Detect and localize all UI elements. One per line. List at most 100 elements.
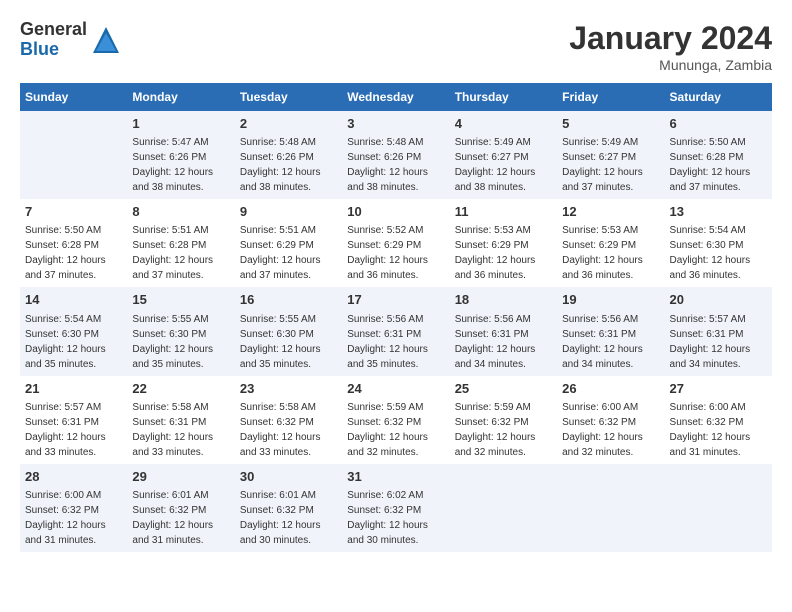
title-block: January 2024 Mununga, Zambia — [569, 20, 772, 73]
day-number: 5 — [562, 115, 659, 133]
week-row-4: 28 Sunrise: 6:00 AM Sunset: 6:32 PM Dayli… — [20, 464, 772, 552]
calendar-cell: 3Sunrise: 5:48 AM Sunset: 6:26 PM Daylig… — [342, 111, 449, 199]
calendar-cell: 7 Sunrise: 5:50 AM Sunset: 6:28 PM Daylig… — [20, 199, 127, 287]
calendar-cell: 28 Sunrise: 6:00 AM Sunset: 6:32 PM Dayli… — [20, 464, 127, 552]
day-info: Sunrise: 5:58 AM Sunset: 6:31 PM Dayligh… — [132, 400, 229, 460]
calendar-cell: 31Sunrise: 6:02 AM Sunset: 6:32 PM Dayli… — [342, 464, 449, 552]
calendar-cell: 15 Sunrise: 5:55 AM Sunset: 6:30 PM Dayli… — [127, 287, 234, 375]
day-info: Sunrise: 5:53 AM Sunset: 6:29 PM Dayligh… — [562, 223, 659, 283]
calendar-cell: 5Sunrise: 5:49 AM Sunset: 6:27 PM Daylig… — [557, 111, 664, 199]
day-info: Sunrise: 5:55 AM Sunset: 6:30 PM Dayligh… — [240, 312, 337, 372]
day-info: Sunrise: 5:56 AM Sunset: 6:31 PM Dayligh… — [562, 312, 659, 372]
calendar-cell: 25Sunrise: 5:59 AM Sunset: 6:32 PM Dayli… — [450, 376, 557, 464]
calendar-cell: 11 Sunrise: 5:53 AM Sunset: 6:29 PM Dayli… — [450, 199, 557, 287]
day-info: Sunrise: 5:50 AM Sunset: 6:28 PM Dayligh… — [25, 223, 122, 283]
days-header-row: SundayMondayTuesdayWednesdayThursdayFrid… — [20, 83, 772, 111]
day-info: Sunrise: 5:54 AM Sunset: 6:30 PM Dayligh… — [670, 223, 767, 283]
day-number: 23 — [240, 380, 337, 398]
day-info: Sunrise: 5:52 AM Sunset: 6:29 PM Dayligh… — [347, 223, 444, 283]
calendar-cell: 17 Sunrise: 5:56 AM Sunset: 6:31 PM Dayli… — [342, 287, 449, 375]
day-info: Sunrise: 5:56 AM Sunset: 6:31 PM Dayligh… — [455, 312, 552, 372]
day-number: 4 — [455, 115, 552, 133]
day-info: Sunrise: 6:00 AM Sunset: 6:32 PM Dayligh… — [25, 488, 122, 548]
day-number: 11 — [455, 203, 552, 221]
calendar-cell: 18Sunrise: 5:56 AM Sunset: 6:31 PM Dayli… — [450, 287, 557, 375]
calendar-header: SundayMondayTuesdayWednesdayThursdayFrid… — [20, 83, 772, 111]
day-number: 29 — [132, 468, 229, 486]
day-header-saturday: Saturday — [665, 83, 772, 111]
week-row-1: 7 Sunrise: 5:50 AM Sunset: 6:28 PM Daylig… — [20, 199, 772, 287]
day-number: 28 — [25, 468, 122, 486]
day-info: Sunrise: 5:53 AM Sunset: 6:29 PM Dayligh… — [455, 223, 552, 283]
calendar-cell: 13 Sunrise: 5:54 AM Sunset: 6:30 PM Dayli… — [665, 199, 772, 287]
calendar-cell: 23Sunrise: 5:58 AM Sunset: 6:32 PM Dayli… — [235, 376, 342, 464]
day-number: 13 — [670, 203, 767, 221]
day-number: 31 — [347, 468, 444, 486]
location-subtitle: Mununga, Zambia — [569, 57, 772, 73]
day-number: 21 — [25, 380, 122, 398]
calendar-cell: 12 Sunrise: 5:53 AM Sunset: 6:29 PM Dayli… — [557, 199, 664, 287]
day-number: 7 — [25, 203, 122, 221]
day-info: Sunrise: 6:00 AM Sunset: 6:32 PM Dayligh… — [562, 400, 659, 460]
day-info: Sunrise: 6:00 AM Sunset: 6:32 PM Dayligh… — [670, 400, 767, 460]
day-info: Sunrise: 5:54 AM Sunset: 6:30 PM Dayligh… — [25, 312, 122, 372]
day-number: 16 — [240, 291, 337, 309]
logo-general-text: General — [20, 20, 87, 40]
day-header-friday: Friday — [557, 83, 664, 111]
day-header-tuesday: Tuesday — [235, 83, 342, 111]
week-row-0: 1Sunrise: 5:47 AM Sunset: 6:26 PM Daylig… — [20, 111, 772, 199]
day-number: 2 — [240, 115, 337, 133]
calendar-body: 1Sunrise: 5:47 AM Sunset: 6:26 PM Daylig… — [20, 111, 772, 552]
calendar-cell: 14 Sunrise: 5:54 AM Sunset: 6:30 PM Dayli… — [20, 287, 127, 375]
day-header-monday: Monday — [127, 83, 234, 111]
day-info: Sunrise: 5:57 AM Sunset: 6:31 PM Dayligh… — [670, 312, 767, 372]
day-number: 24 — [347, 380, 444, 398]
calendar-cell: 4 Sunrise: 5:49 AM Sunset: 6:27 PM Daylig… — [450, 111, 557, 199]
day-header-wednesday: Wednesday — [342, 83, 449, 111]
week-row-3: 21 Sunrise: 5:57 AM Sunset: 6:31 PM Dayli… — [20, 376, 772, 464]
day-number: 17 — [347, 291, 444, 309]
day-info: Sunrise: 5:56 AM Sunset: 6:31 PM Dayligh… — [347, 312, 444, 372]
calendar-cell: 30 Sunrise: 6:01 AM Sunset: 6:32 PM Dayli… — [235, 464, 342, 552]
day-info: Sunrise: 5:59 AM Sunset: 6:32 PM Dayligh… — [347, 400, 444, 460]
day-number: 30 — [240, 468, 337, 486]
day-number: 27 — [670, 380, 767, 398]
day-header-thursday: Thursday — [450, 83, 557, 111]
page-header: General Blue January 2024 Mununga, Zambi… — [20, 20, 772, 73]
day-info: Sunrise: 6:01 AM Sunset: 6:32 PM Dayligh… — [240, 488, 337, 548]
day-info: Sunrise: 5:57 AM Sunset: 6:31 PM Dayligh… — [25, 400, 122, 460]
day-number: 12 — [562, 203, 659, 221]
calendar-table: SundayMondayTuesdayWednesdayThursdayFrid… — [20, 83, 772, 552]
calendar-cell — [450, 464, 557, 552]
calendar-cell: 6Sunrise: 5:50 AM Sunset: 6:28 PM Daylig… — [665, 111, 772, 199]
day-info: Sunrise: 5:50 AM Sunset: 6:28 PM Dayligh… — [670, 135, 767, 195]
day-info: Sunrise: 5:49 AM Sunset: 6:27 PM Dayligh… — [455, 135, 552, 195]
day-info: Sunrise: 5:48 AM Sunset: 6:26 PM Dayligh… — [240, 135, 337, 195]
day-number: 14 — [25, 291, 122, 309]
day-number: 19 — [562, 291, 659, 309]
logo-icon — [91, 25, 121, 55]
day-number: 22 — [132, 380, 229, 398]
day-header-sunday: Sunday — [20, 83, 127, 111]
calendar-cell: 8Sunrise: 5:51 AM Sunset: 6:28 PM Daylig… — [127, 199, 234, 287]
calendar-cell: 20Sunrise: 5:57 AM Sunset: 6:31 PM Dayli… — [665, 287, 772, 375]
logo-blue-text: Blue — [20, 40, 87, 60]
day-info: Sunrise: 6:01 AM Sunset: 6:32 PM Dayligh… — [132, 488, 229, 548]
day-number: 10 — [347, 203, 444, 221]
calendar-cell — [665, 464, 772, 552]
calendar-cell: 29 Sunrise: 6:01 AM Sunset: 6:32 PM Dayli… — [127, 464, 234, 552]
calendar-cell — [20, 111, 127, 199]
day-info: Sunrise: 5:59 AM Sunset: 6:32 PM Dayligh… — [455, 400, 552, 460]
calendar-cell: 22 Sunrise: 5:58 AM Sunset: 6:31 PM Dayli… — [127, 376, 234, 464]
calendar-cell: 21 Sunrise: 5:57 AM Sunset: 6:31 PM Dayli… — [20, 376, 127, 464]
calendar-cell: 2 Sunrise: 5:48 AM Sunset: 6:26 PM Daylig… — [235, 111, 342, 199]
week-row-2: 14 Sunrise: 5:54 AM Sunset: 6:30 PM Dayli… — [20, 287, 772, 375]
calendar-cell: 10 Sunrise: 5:52 AM Sunset: 6:29 PM Dayli… — [342, 199, 449, 287]
calendar-cell: 24 Sunrise: 5:59 AM Sunset: 6:32 PM Dayli… — [342, 376, 449, 464]
day-number: 3 — [347, 115, 444, 133]
day-number: 26 — [562, 380, 659, 398]
day-number: 1 — [132, 115, 229, 133]
day-number: 15 — [132, 291, 229, 309]
day-info: Sunrise: 5:55 AM Sunset: 6:30 PM Dayligh… — [132, 312, 229, 372]
calendar-cell: 26 Sunrise: 6:00 AM Sunset: 6:32 PM Dayli… — [557, 376, 664, 464]
